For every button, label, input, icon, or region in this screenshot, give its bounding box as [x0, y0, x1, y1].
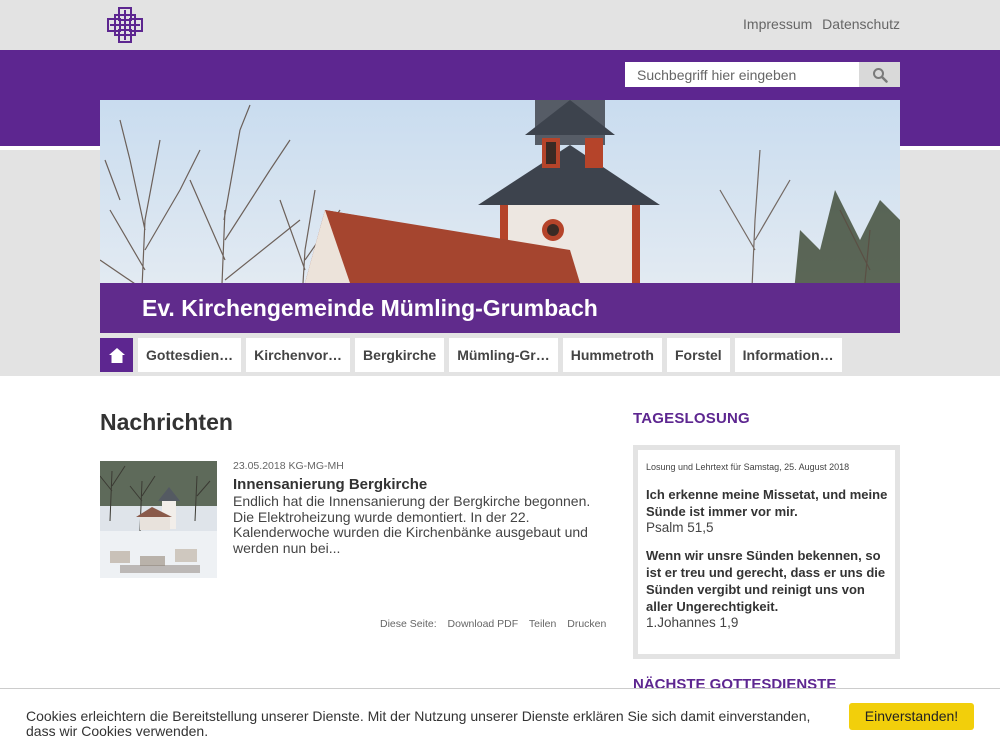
news-image [100, 461, 217, 578]
top-bar: Impressum Datenschutz [0, 0, 1000, 50]
news-title-link[interactable]: Innensanierung Bergkirche [233, 476, 427, 493]
home-button[interactable] [100, 338, 133, 372]
print-link[interactable]: Drucken [567, 618, 606, 630]
search-input[interactable] [625, 62, 859, 87]
search-icon [872, 67, 888, 83]
share-link[interactable]: Teilen [529, 618, 556, 630]
nav-item-bergkirche[interactable]: Bergkirche [355, 338, 445, 372]
search-box [625, 62, 900, 87]
page-actions: Diese Seite: Download PDF Teilen Drucken [380, 618, 614, 630]
cookie-banner: Cookies erleichtern die Bereitstellung u… [0, 688, 1000, 750]
losung-verse: Ich erkenne meine Missetat, und meine Sü… [646, 487, 888, 519]
lehrtext-verse: Wenn wir unsre Sünden bekennen, so ist e… [646, 548, 886, 614]
main-nav: Gottesdien… Kirchenvor… Bergkirche Mümli… [100, 338, 842, 372]
losung-box: Losung und Lehrtext für Samstag, 25. Aug… [633, 445, 900, 659]
home-icon [108, 347, 125, 363]
losung-heading: TAGESLOSUNG [633, 410, 750, 427]
hero-banner: Ev. Kirchengemeinde Mümling-Grumbach [100, 100, 900, 333]
news-meta: 23.05.2018 KG-MG-MH [233, 460, 344, 472]
lehrtext-reference: 1.Johannes 1,9 [646, 615, 739, 630]
losung-reference: Psalm 51,5 [646, 520, 714, 535]
top-links: Impressum Datenschutz [737, 16, 900, 32]
nav-item-information[interactable]: Information… [734, 338, 842, 372]
nav-item-kirchenvorstand[interactable]: Kirchenvor… [246, 338, 351, 372]
losung-date: Losung und Lehrtext für Samstag, 25. Aug… [646, 462, 850, 472]
news-thumbnail[interactable] [100, 461, 217, 578]
site-title[interactable]: Ev. Kirchengemeinde Mümling-Grumbach [142, 295, 598, 322]
cookie-text: Cookies erleichtern die Bereitstellung u… [26, 708, 811, 739]
nav-item-gottesdienste[interactable]: Gottesdien… [138, 338, 242, 372]
accept-cookies-button[interactable]: Einverstanden! [849, 703, 974, 730]
hero-title-bar: Ev. Kirchengemeinde Mümling-Grumbach [100, 283, 900, 333]
nav-item-forstel[interactable]: Forstel [666, 338, 730, 372]
nav-item-muemling-grumbach[interactable]: Mümling-Gr… [449, 338, 558, 372]
impressum-link[interactable]: Impressum [743, 16, 812, 32]
nav-item-hummetroth[interactable]: Hummetroth [562, 338, 662, 372]
download-pdf-link[interactable]: Download PDF [448, 618, 519, 630]
news-teaser: Endlich hat die Innensanierung der Bergk… [233, 493, 591, 556]
news-heading: Nachrichten [100, 409, 233, 435]
datenschutz-link[interactable]: Datenschutz [822, 16, 900, 32]
church-logo-icon[interactable] [106, 6, 144, 44]
page-actions-label: Diese Seite: [380, 618, 437, 630]
search-button[interactable] [859, 62, 900, 87]
